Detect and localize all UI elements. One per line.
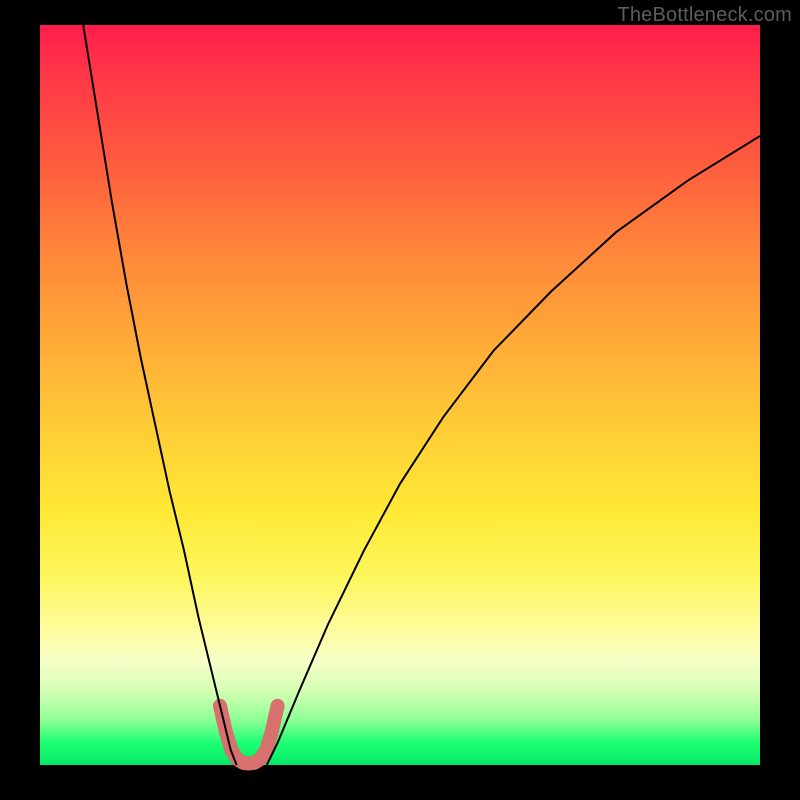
chart-frame: TheBottleneck.com [0,0,800,800]
valley-highlight-path [220,706,278,764]
right-branch-path [267,136,760,765]
chart-curves-svg [40,25,760,765]
watermark-text: TheBottleneck.com [617,4,792,27]
left-branch-path [83,25,236,765]
